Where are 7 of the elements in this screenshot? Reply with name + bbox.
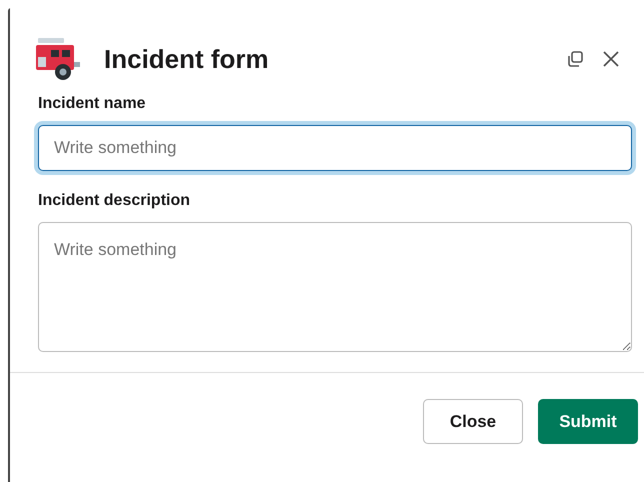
submit-button[interactable]: Submit	[538, 399, 638, 444]
field-label: Incident description	[38, 191, 192, 211]
field-label: Incident name	[38, 94, 147, 114]
dialog-title: Incident form	[104, 42, 269, 76]
cancel-button[interactable]: Close	[423, 399, 523, 444]
description-field[interactable]: Write something	[38, 222, 632, 352]
fire-truck-icon	[36, 36, 82, 82]
